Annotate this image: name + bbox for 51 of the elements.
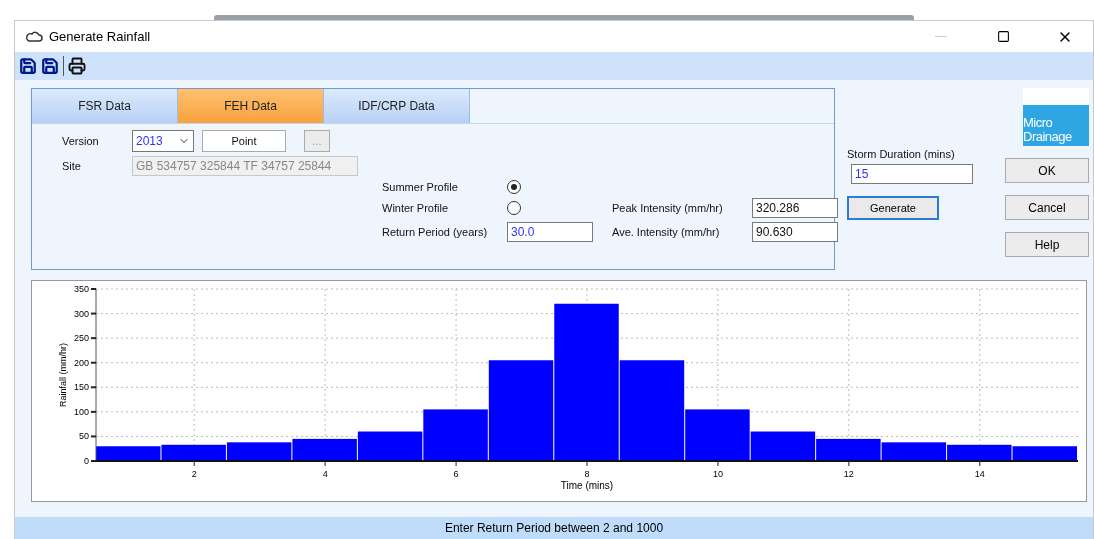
x-tick-label: 6 <box>453 469 459 479</box>
cloud-icon <box>25 30 43 43</box>
y-tick-label: 50 <box>79 431 89 442</box>
tab[interactable]: FEH Data <box>178 89 324 123</box>
tab[interactable]: FSR Data <box>32 89 178 123</box>
save-icon[interactable] <box>19 57 37 75</box>
y-axis-title: Rainfall (mm/hr) <box>58 343 68 407</box>
generate-button[interactable]: Generate <box>847 196 939 220</box>
radio-button[interactable] <box>507 201 521 215</box>
storm-duration-field[interactable]: 15 <box>851 164 973 184</box>
print-icon[interactable] <box>68 57 86 75</box>
x-tick-label: 2 <box>191 469 197 479</box>
status-text: Enter Return Period between 2 and 1000 <box>444 521 664 535</box>
dialog-button[interactable]: OK <box>1005 158 1089 183</box>
field-label: Version <box>62 135 100 147</box>
maximize-icon <box>996 30 1010 43</box>
x-axis-title: Time (mins) <box>560 480 614 491</box>
y-tick-label: 0 <box>84 456 89 466</box>
save-as-icon[interactable] <box>41 57 59 75</box>
minimize-icon <box>935 36 947 37</box>
x-tick-label: 14 <box>974 469 985 479</box>
rainfall-bar <box>816 438 881 461</box>
y-tick-label: 250 <box>73 333 89 344</box>
dialog-button[interactable]: Help <box>1005 232 1089 257</box>
x-tick-label: 4 <box>322 469 328 479</box>
rainfall-bar <box>292 438 357 461</box>
peak-intensity-field[interactable]: 320.286 <box>752 198 838 218</box>
field-label: Storm Duration (mins) <box>847 148 956 160</box>
x-tick-label: 10 <box>712 469 723 479</box>
point-button[interactable]: Point <box>202 130 286 152</box>
field-label: Peak Intensity (mm/hr) <box>612 202 724 214</box>
field-label: Site <box>62 160 82 172</box>
field-label: Ave. Intensity (mm/hr) <box>612 226 721 238</box>
ave-intensity-field[interactable]: 90.630 <box>752 222 838 242</box>
field-label: Return Period (years) <box>381 226 489 238</box>
return-period-field[interactable]: 30.0 <box>507 222 593 242</box>
x-tick-label: 8 <box>584 469 590 479</box>
version-dropdown[interactable]: 2013 <box>132 130 194 152</box>
y-tick-label: 100 <box>73 406 89 417</box>
tab[interactable]: IDF/CRP Data <box>324 89 470 123</box>
logo: Micro Drainage <box>1023 88 1089 146</box>
y-tick-label: 350 <box>73 284 89 294</box>
y-tick-label: 150 <box>73 382 89 393</box>
dialog-button[interactable]: Cancel <box>1005 195 1089 220</box>
y-tick-label: 300 <box>73 308 89 319</box>
radio-label: Summer Profile <box>381 181 459 193</box>
window-title: Generate Rainfall <box>49 29 152 44</box>
y-tick-label: 200 <box>73 357 89 368</box>
radio-label: Winter Profile <box>381 202 450 214</box>
radio-button[interactable] <box>507 180 521 194</box>
x-tick-label: 12 <box>843 469 854 479</box>
